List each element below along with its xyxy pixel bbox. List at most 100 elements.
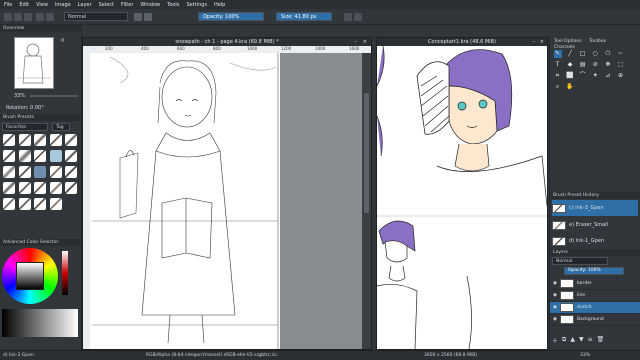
preserve-alpha-icon[interactable]	[144, 13, 152, 21]
mirror-horizontal-icon[interactable]	[344, 13, 352, 21]
line-icon[interactable]: ╱	[566, 50, 574, 58]
properties-icon[interactable]: ≡	[588, 336, 593, 345]
brush-preset-8[interactable]	[34, 150, 47, 162]
brush-preset-22[interactable]	[18, 198, 31, 210]
brush-preset-6[interactable]	[3, 150, 15, 162]
layer-row[interactable]: ◉ Background	[550, 314, 640, 326]
eye-icon[interactable]: ◉	[553, 293, 557, 298]
tab-tool-options[interactable]: Tool Options	[554, 39, 582, 44]
canvas-snowpath[interactable]	[90, 53, 280, 349]
brush-preset-4[interactable]	[49, 134, 62, 146]
crop-icon[interactable]: ⌗	[554, 72, 562, 80]
menu-image[interactable]: Image	[55, 2, 71, 8]
overview-thumbnail[interactable]	[14, 37, 54, 89]
undo-icon[interactable]	[36, 13, 44, 21]
gradient-icon[interactable]: ▤	[579, 61, 587, 69]
menu-window[interactable]: Window	[140, 2, 160, 8]
brush-preset-12[interactable]	[18, 166, 31, 178]
save-icon[interactable]	[24, 13, 32, 21]
copy-icon[interactable]: ⧉	[562, 336, 566, 345]
move-icon[interactable]: ✥	[604, 61, 612, 69]
erase-mode-icon[interactable]	[134, 13, 142, 21]
menu-filter[interactable]: Filter	[121, 2, 133, 8]
overview-close-icon[interactable]: ×	[60, 37, 65, 44]
layer-row-selected[interactable]: ◉ sketch	[550, 302, 640, 314]
down-icon[interactable]: ▼	[579, 336, 584, 345]
color-wheel[interactable]	[2, 248, 58, 304]
blend-mode-select[interactable]: Normal	[64, 12, 128, 21]
brush-preset-14[interactable]	[49, 166, 62, 178]
menu-settings[interactable]: Settings	[186, 2, 207, 8]
mirror-vertical-icon[interactable]	[354, 13, 362, 21]
measure-icon[interactable]: ⊿	[604, 72, 612, 80]
brush-preset-11[interactable]	[3, 166, 15, 178]
ellipse-icon[interactable]: ○	[591, 50, 599, 58]
layer-opacity-slider[interactable]: Opacity: 100%	[564, 267, 624, 275]
select-icon[interactable]: ⬜	[566, 72, 574, 80]
brush-preset-2[interactable]	[18, 134, 31, 146]
magic-wand-icon[interactable]: ✦	[591, 72, 599, 80]
history-item-1[interactable]: c) Ink-3_Gpen	[552, 200, 638, 216]
minimize-icon[interactable]: –	[355, 38, 358, 46]
brush-preset-20[interactable]	[65, 182, 78, 194]
new-file-icon[interactable]	[4, 13, 12, 21]
color-square[interactable]	[16, 262, 44, 290]
brush-preset-9[interactable]	[49, 150, 62, 162]
brush-preset-10[interactable]	[65, 150, 78, 162]
menu-layer[interactable]: Layer	[78, 2, 92, 8]
history-item-2[interactable]: e) Eraser_Small	[552, 217, 638, 233]
brush-preset-7[interactable]	[18, 150, 31, 162]
zoom-icon[interactable]: ⌕	[554, 83, 562, 91]
size-slider[interactable]: Size: 41.80 px	[276, 12, 332, 21]
rotation-label[interactable]: Rotation: 0.00°	[6, 105, 44, 111]
favorites-select[interactable]: Favorites	[2, 123, 48, 131]
open-file-icon[interactable]	[14, 13, 22, 21]
rect-icon[interactable]: □	[579, 50, 587, 58]
tag-button[interactable]: Tag	[52, 123, 70, 131]
opacity-slider[interactable]: Opacity: 100%	[198, 12, 264, 21]
scrollbar-thumb[interactable]	[364, 93, 369, 213]
brush-preset-1[interactable]	[3, 134, 15, 146]
brush-preset-19[interactable]	[49, 182, 62, 194]
canvas-conceptart[interactable]	[376, 45, 548, 350]
zoom-level[interactable]: 33%	[580, 353, 590, 358]
menu-help[interactable]: Help	[214, 2, 225, 8]
eye-icon[interactable]: ◉	[553, 317, 557, 322]
assistant-icon[interactable]: ⊕	[616, 72, 624, 80]
shade-selector[interactable]	[2, 309, 78, 337]
tab-toolbox[interactable]: Toolbox	[589, 39, 606, 44]
brush-preset-15[interactable]	[65, 166, 78, 178]
minimize-icon[interactable]: –	[533, 38, 536, 46]
overview-zoom[interactable]: 33%	[14, 93, 25, 99]
lasso-icon[interactable]: ⌒	[579, 72, 587, 80]
brush-preset-23[interactable]	[34, 198, 47, 210]
brush-preset-3[interactable]	[34, 134, 47, 146]
menu-view[interactable]: View	[36, 2, 48, 8]
redo-icon[interactable]	[46, 13, 54, 21]
brush-preset-16[interactable]	[3, 182, 15, 194]
menu-edit[interactable]: Edit	[19, 2, 29, 8]
brush-preset-17[interactable]	[18, 182, 31, 194]
history-item-3[interactable]: d) Ink-1_Gpen	[552, 234, 638, 248]
vertical-scrollbar[interactable]	[363, 53, 371, 349]
menu-tools[interactable]: Tools	[167, 2, 179, 8]
brush-preset-21[interactable]	[3, 198, 15, 210]
pan-icon[interactable]: ✋	[566, 83, 574, 91]
fill-icon[interactable]: ◆	[566, 61, 574, 69]
layer-row[interactable]: ◉ line	[550, 290, 640, 302]
brush-preset-24[interactable]	[49, 198, 62, 210]
eye-icon[interactable]: ◉	[553, 305, 557, 310]
brush-preset-18[interactable]	[34, 182, 47, 194]
layer-blend-select[interactable]: Normal	[552, 257, 608, 265]
transform-icon[interactable]: ⬚	[616, 61, 624, 69]
add-icon[interactable]: ＋	[552, 336, 558, 345]
text-icon[interactable]: T	[554, 61, 562, 69]
shade-strip[interactable]	[62, 251, 68, 295]
layer-row[interactable]: ◉ border	[550, 278, 640, 290]
close-icon[interactable]: ×	[363, 38, 367, 46]
freehand-path-icon[interactable]: ~	[616, 50, 624, 58]
delete-icon[interactable]: 🗑	[597, 336, 605, 345]
brush-icon[interactable]: ✎	[553, 49, 562, 58]
menu-select[interactable]: Select	[99, 2, 114, 8]
menu-file[interactable]: File	[4, 2, 12, 8]
